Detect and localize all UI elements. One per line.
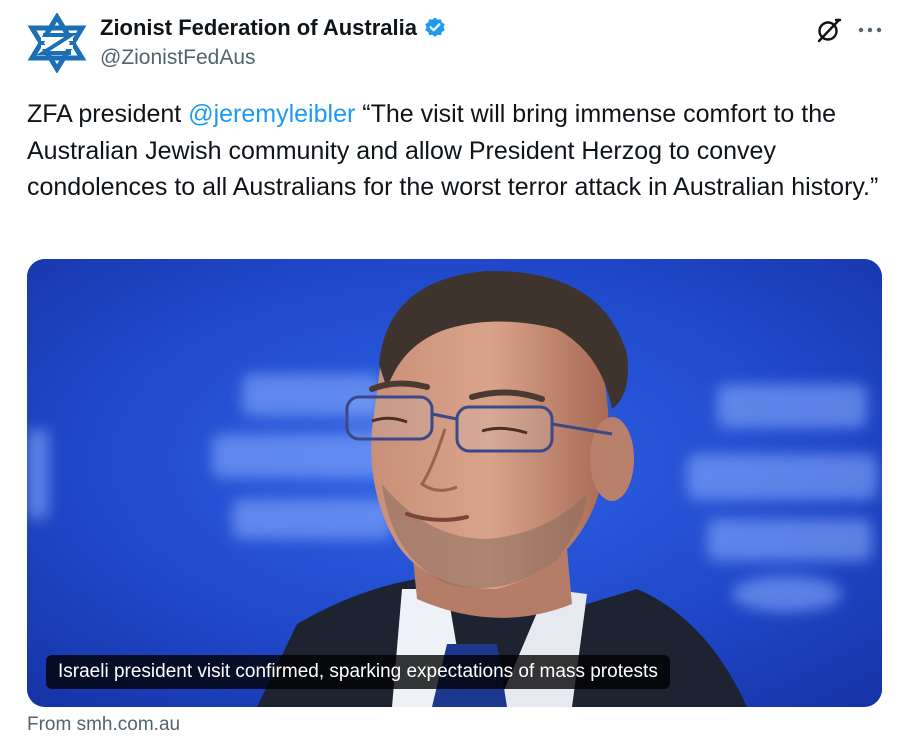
author-display-name[interactable]: Zionist Federation of Australia	[100, 15, 417, 41]
card-image	[27, 259, 882, 707]
mention-link[interactable]: @jeremyleibler	[188, 100, 355, 128]
tweet-text-before: ZFA president	[27, 100, 189, 128]
verified-badge-icon	[423, 16, 447, 40]
link-card[interactable]: Israeli president visit confirmed, spark…	[27, 259, 882, 707]
zfa-star-logo-icon	[27, 12, 87, 74]
tweet-text: ZFA president @jeremyleibler “The visit …	[27, 96, 887, 206]
more-options-button[interactable]	[856, 16, 884, 44]
card-source-link[interactable]: From smh.com.au	[27, 714, 180, 736]
tweet: Zionist Federation of Australia @Zionist…	[0, 0, 916, 750]
grok-button[interactable]	[815, 16, 843, 44]
card-caption: Israeli president visit confirmed, spark…	[46, 655, 670, 689]
author-name-row[interactable]: Zionist Federation of Australia	[100, 14, 447, 42]
author-handle[interactable]: @ZionistFedAus	[100, 46, 256, 70]
grok-icon	[817, 18, 842, 43]
more-dots-icon	[858, 27, 882, 33]
avatar[interactable]	[27, 12, 87, 74]
